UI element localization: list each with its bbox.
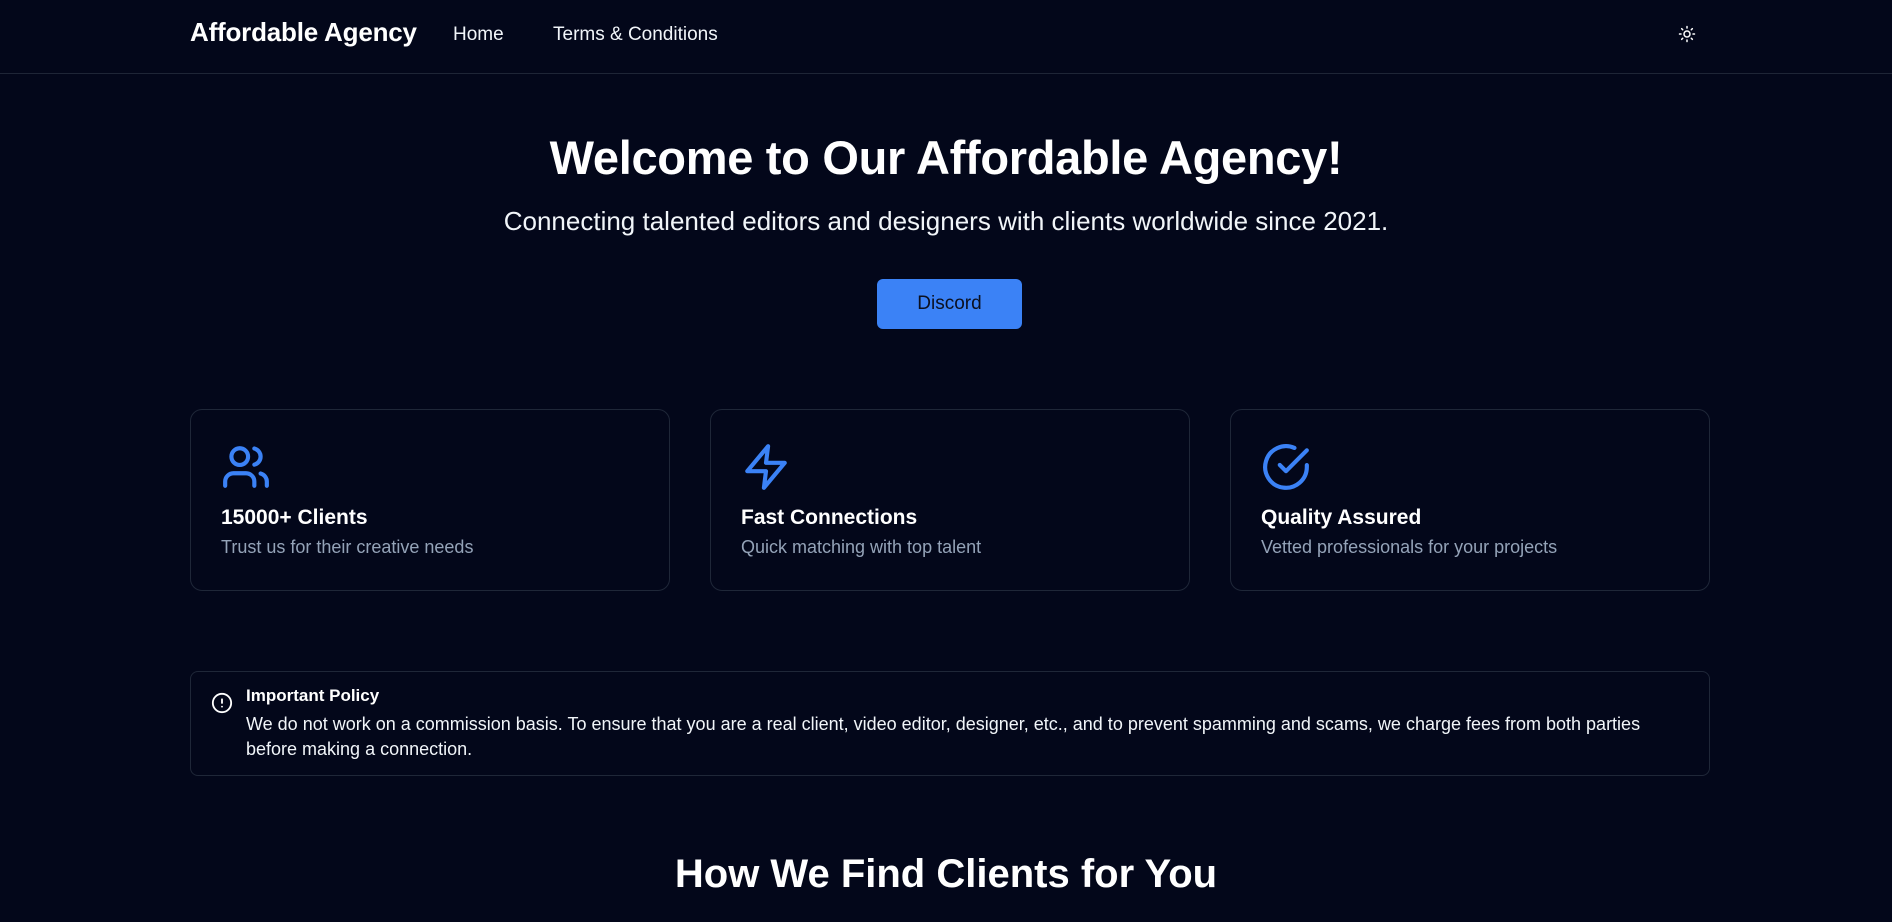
section-title: How We Find Clients for You — [674, 852, 1218, 896]
feature-card-quality: Quality Assured Vetted professionals for… — [1230, 409, 1710, 591]
feature-description: Quick matching with top talent — [741, 537, 982, 557]
hero-subtitle: Connecting talented editors and designer… — [503, 206, 1389, 236]
brand-logo[interactable]: Affordable Agency — [190, 17, 417, 48]
users-icon — [223, 446, 269, 488]
feature-title: 15000+ Clients — [221, 506, 368, 529]
top-navbar: Affordable Agency Home Terms & Condition… — [0, 0, 1892, 74]
policy-title: Important Policy — [246, 686, 380, 705]
lightning-icon — [745, 444, 787, 490]
feature-card-clients: 15000+ Clients Trust us for their creati… — [190, 409, 670, 591]
feature-card-fast-connections: Fast Connections Quick matching with top… — [710, 409, 1190, 591]
hero-title: Welcome to Our Affordable Agency! — [549, 131, 1343, 184]
feature-title: Quality Assured — [1261, 506, 1422, 529]
theme-toggle-button[interactable] — [1674, 21, 1700, 47]
check-circle-icon — [1263, 444, 1309, 490]
feature-description: Vetted professionals for your projects — [1261, 537, 1558, 557]
nav-link-terms[interactable]: Terms & Conditions — [553, 24, 718, 46]
feature-title: Fast Connections — [741, 506, 918, 529]
nav-link-home[interactable]: Home — [453, 24, 504, 46]
sun-icon — [1678, 25, 1696, 43]
policy-text: We do not work on a commission basis. To… — [246, 714, 1641, 759]
discord-button[interactable]: Discord — [877, 279, 1022, 329]
policy-alert: Important Policy We do not work on a com… — [190, 671, 1710, 776]
alert-circle-icon — [211, 692, 233, 714]
feature-description: Trust us for their creative needs — [221, 537, 474, 557]
